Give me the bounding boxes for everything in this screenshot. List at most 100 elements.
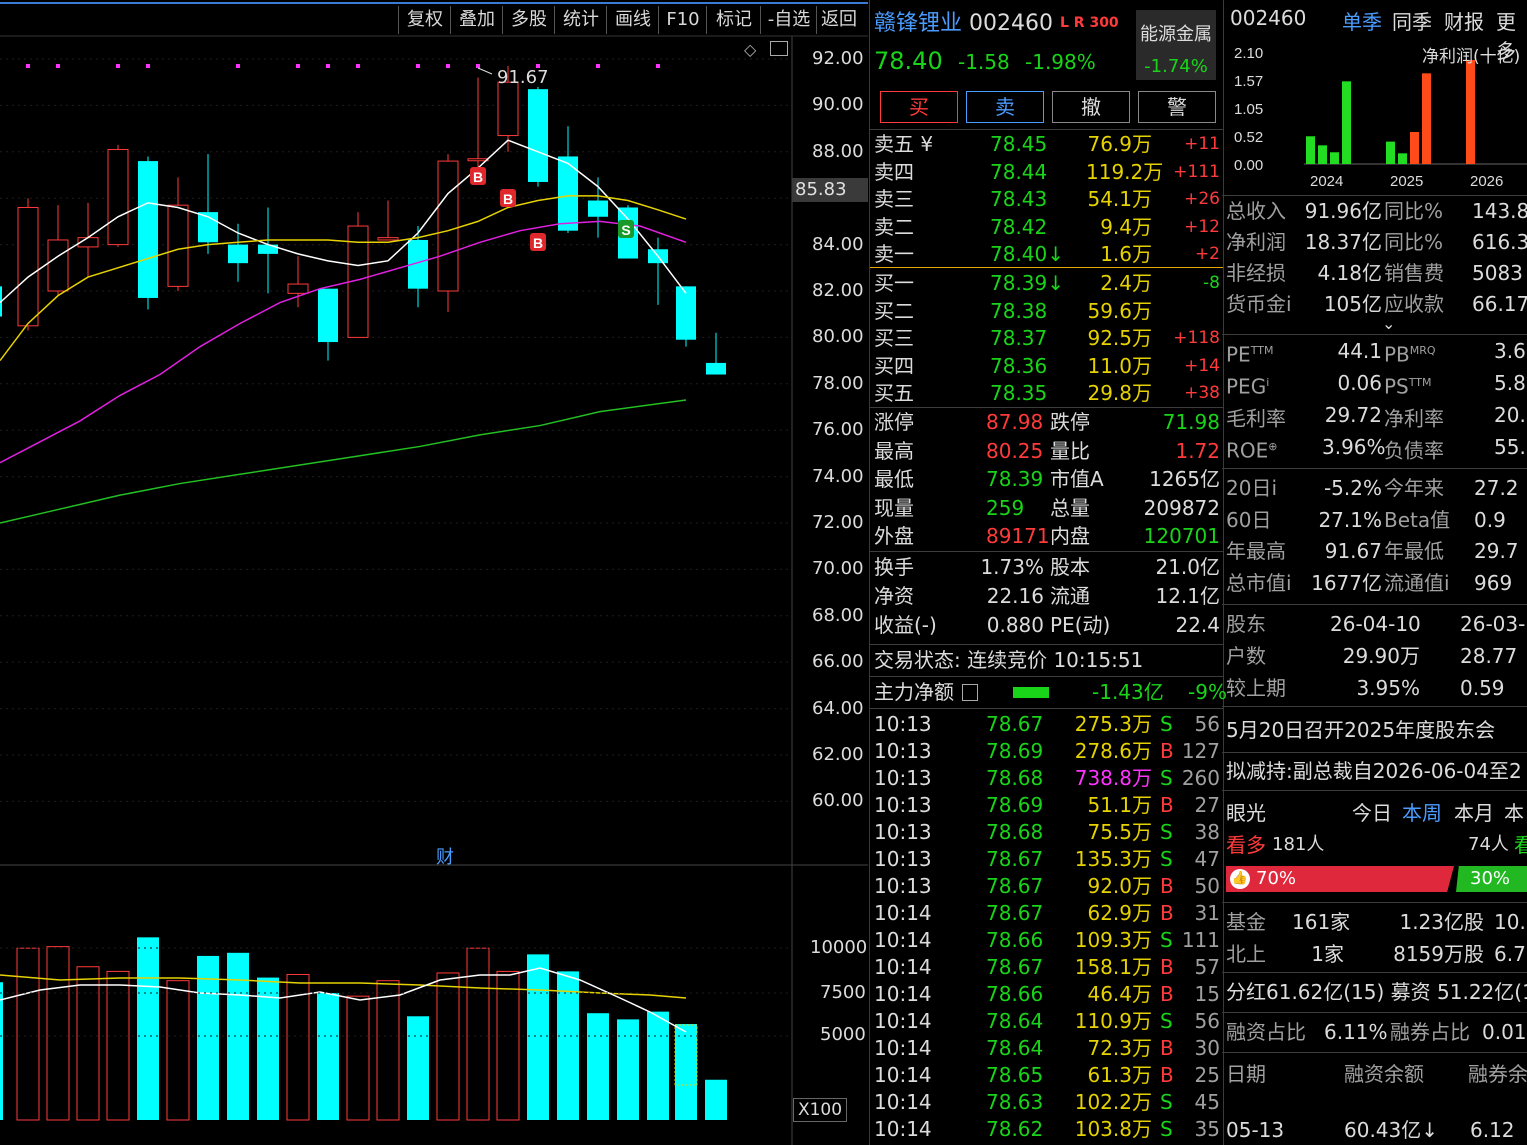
volume-bar — [705, 1079, 727, 1120]
candle-body — [287, 283, 309, 294]
volume-bar — [675, 1024, 697, 1120]
price-tick: 72.00 — [812, 512, 864, 533]
candle-body — [17, 206, 39, 327]
buy-button[interactable]: 买 — [880, 91, 958, 123]
toolbar-button-0[interactable]: 复权 — [398, 6, 451, 34]
event-dot — [446, 64, 450, 68]
price-line: 78.40 -1.58 -1.98% — [874, 48, 1096, 75]
event-dot — [416, 64, 420, 68]
toolbar-button-2[interactable]: 多股 — [502, 6, 555, 34]
ob-volume: 29.8万 — [1087, 381, 1152, 405]
volume-bar — [376, 980, 400, 1121]
toolbar-button-3[interactable]: 统计 — [554, 6, 607, 34]
sector-box[interactable]: 能源金属 -1.74% — [1136, 10, 1216, 80]
fund-tab-0[interactable]: 单季 — [1342, 6, 1382, 35]
event-dot — [236, 64, 240, 68]
ob-volume: 76.9万 — [1087, 132, 1152, 156]
holder-label: 股东 — [1226, 612, 1266, 636]
profit-bar — [1386, 141, 1395, 164]
finance-badge[interactable]: 财 — [436, 843, 454, 869]
tick-count: 15 — [1194, 982, 1220, 1006]
signal-B-2[interactable]: B — [530, 233, 546, 251]
margin-hdr-balance: 融资余额 — [1344, 1062, 1424, 1086]
price-tick: 68.00 — [812, 604, 864, 626]
tick-time: 10:14 — [874, 1063, 932, 1087]
signal-B-1[interactable]: B — [500, 189, 516, 207]
fund-label: 销售费 — [1384, 261, 1444, 285]
perf-label: Beta值 — [1384, 507, 1451, 532]
tick-side: B — [1160, 793, 1174, 817]
fund-tab-1[interactable]: 同季 — [1392, 6, 1432, 35]
tick-count: 56 — [1194, 1009, 1220, 1033]
diamond-icon[interactable]: ◇ — [744, 40, 756, 59]
val-label-text: 净利率 — [1384, 406, 1444, 431]
ob-price: 78.43 — [990, 187, 1048, 211]
ob-volume: 92.5万 — [1087, 326, 1152, 350]
signal-B-0[interactable]: B — [470, 167, 486, 185]
val-label-text: PB — [1384, 342, 1410, 367]
news-item-2[interactable]: 拟减持:副总裁自2026-06-04至2 — [1226, 756, 1522, 786]
vision-label: 眼光 — [1226, 801, 1266, 825]
toolbar-button-6[interactable]: 标记 — [706, 6, 761, 34]
ob-volume: 2.4万 — [1100, 271, 1152, 295]
val-label-sup: ⊕ — [1268, 440, 1278, 453]
bull-pct: 70% — [1256, 868, 1297, 889]
expand-icon[interactable]: ⌄ — [1382, 314, 1395, 333]
kline-chart[interactable]: B B B S — [0, 0, 868, 1145]
panel-toggle-icon[interactable] — [770, 41, 788, 56]
profit-bar — [1398, 153, 1407, 164]
toolbar-button-4[interactable]: 画线 — [606, 6, 659, 34]
tick-volume: 738.8万 — [1074, 766, 1152, 790]
tick-count: 30 — [1194, 1036, 1220, 1060]
stat-value: 209872 — [1143, 495, 1220, 520]
event-dot — [656, 64, 660, 68]
stat-value: 259 — [986, 495, 1025, 520]
vision-tab-0[interactable]: 今日 — [1352, 798, 1392, 828]
price-tick: 66.00 — [812, 651, 864, 673]
margin-ratio-value: 6.11% — [1324, 1020, 1388, 1044]
short-ratio-label: 融券占比 — [1390, 1020, 1470, 1044]
vision-tab-3[interactable]: 本 — [1504, 798, 1524, 828]
sell-button[interactable]: 卖 — [966, 91, 1044, 123]
toolbar-button-1[interactable]: 叠加 — [450, 6, 503, 34]
toolbar-button-7[interactable]: -自选 — [760, 6, 817, 34]
ob-label: 买三 — [874, 326, 914, 350]
news-item-1[interactable]: 5月20日召开2025年度股东会 — [1226, 715, 1495, 745]
price-tick: 74.00 — [812, 465, 864, 487]
ob-price: 78.40↓ — [990, 242, 1065, 266]
val-label-text: 毛利率 — [1226, 406, 1286, 431]
tick-volume: 46.4万 — [1087, 982, 1152, 1006]
margin-ratio-label: 融资占比 — [1226, 1020, 1306, 1044]
tick-count: 50 — [1194, 874, 1220, 898]
tick-volume: 75.5万 — [1087, 820, 1152, 844]
ma60-line — [0, 399, 687, 524]
event-dot — [116, 64, 120, 68]
vision-tab-2[interactable]: 本月 — [1454, 798, 1494, 828]
profit-bar — [1330, 152, 1339, 164]
main-net-menu-icon[interactable] — [962, 684, 978, 701]
event-dot — [476, 64, 480, 68]
sector-change: -1.74% — [1144, 56, 1208, 77]
perf-value: 27.1% — [1318, 507, 1382, 532]
ob-label: 买五 — [874, 381, 914, 405]
alert-button[interactable]: 警 — [1138, 91, 1216, 123]
tick-side: B — [1160, 874, 1174, 898]
stock-tags: L R 300 — [1060, 15, 1119, 31]
ob-label: 买四 — [874, 353, 914, 378]
volume-bar — [466, 947, 490, 1121]
tick-time: 10:14 — [874, 982, 932, 1006]
toolbar-button-5[interactable]: F10 — [658, 6, 707, 34]
vision-tab-1[interactable]: 本周 — [1402, 798, 1442, 828]
stat-label: 涨停 — [874, 410, 914, 434]
toolbar-button-8[interactable]: 返回 — [816, 6, 861, 34]
volume-bar — [46, 946, 70, 1121]
signal-S-3[interactable]: S — [618, 220, 634, 238]
fund-tab-2[interactable]: 财报 — [1444, 6, 1484, 35]
tick-count: 38 — [1194, 820, 1220, 844]
short-ratio-value: 0.01 — [1482, 1020, 1527, 1044]
val-label-sup: i — [1266, 376, 1270, 389]
fund-holding-shares: 1.23亿股 — [1399, 910, 1484, 934]
main-net-bar — [1013, 687, 1049, 698]
profit-xlabel: 2026 — [1470, 173, 1503, 190]
cancel-button[interactable]: 撤 — [1052, 91, 1130, 123]
